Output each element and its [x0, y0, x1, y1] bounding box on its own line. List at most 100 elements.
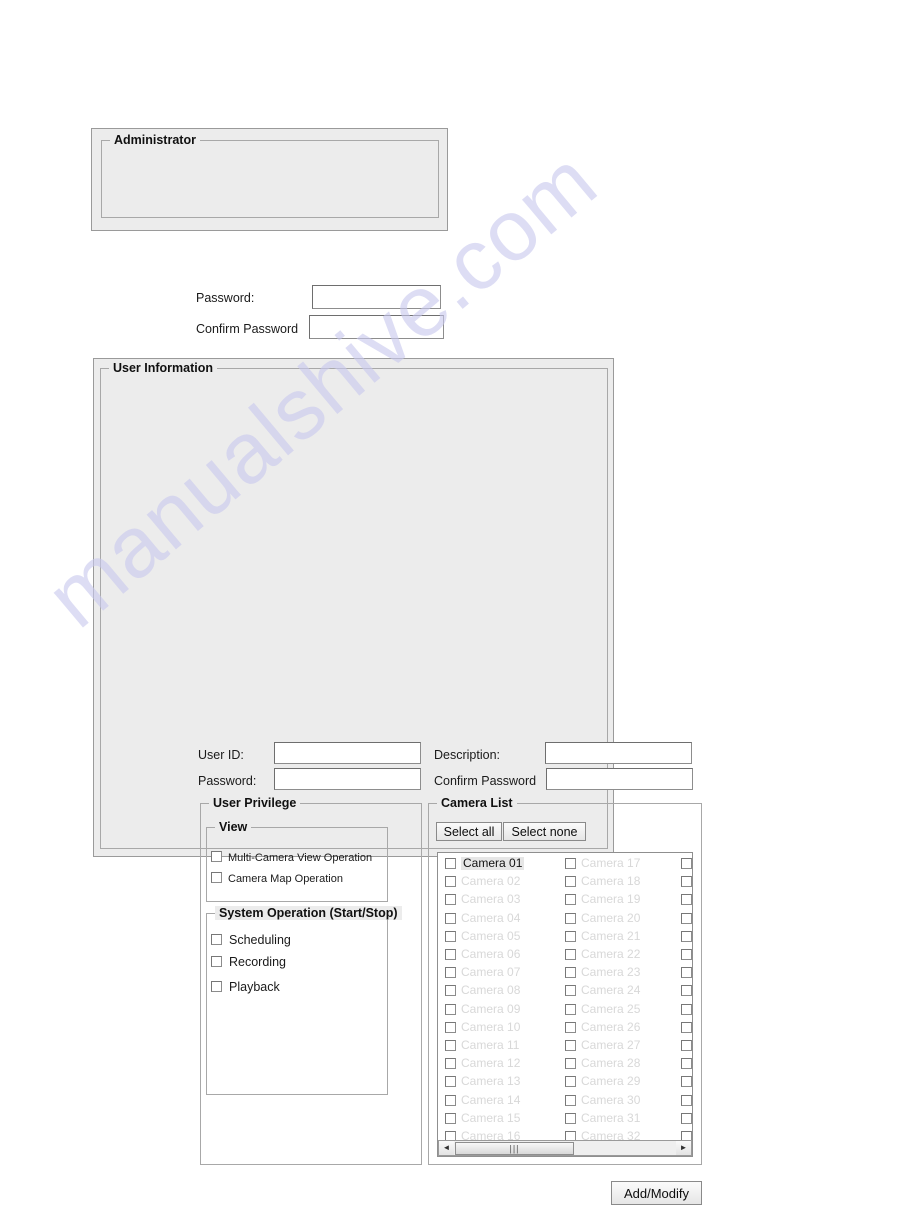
camera-label: Camera 18: [581, 874, 641, 889]
camera-checkbox[interactable]: [681, 1040, 692, 1051]
add-modify-button[interactable]: Add/Modify: [611, 1181, 702, 1205]
camera-checkbox[interactable]: [445, 1112, 456, 1124]
camera-label: Camera 20: [581, 910, 641, 925]
checkbox-recording[interactable]: [211, 956, 222, 967]
camera-checkbox[interactable]: [565, 1040, 576, 1051]
user-privilege-group-title: User Privilege: [209, 796, 301, 810]
camera-label: Camera 30: [581, 1092, 641, 1107]
camera-checkbox[interactable]: [565, 930, 576, 942]
camera-checkbox[interactable]: [445, 1058, 456, 1070]
camera-checkbox[interactable]: [565, 949, 576, 960]
camera-label: Camera 10: [461, 1019, 521, 1034]
checkbox-playback[interactable]: [211, 981, 222, 992]
checkbox-camera-map-operation[interactable]: [211, 872, 222, 883]
user-confirm-password-label: Confirm Password: [434, 774, 537, 788]
chevron-right-icon: ►: [679, 1143, 688, 1152]
camera-checkbox[interactable]: [445, 985, 456, 997]
camera-label: Camera 11: [461, 1038, 520, 1052]
camera-label: Camera 01: [461, 856, 525, 870]
checkbox-multi-camera-view-operation[interactable]: [211, 851, 222, 862]
camera-label: Camera 02: [461, 874, 521, 889]
camera-checkbox[interactable]: [565, 1058, 576, 1070]
camera-label: Camera 14: [461, 1092, 521, 1107]
camera-checkbox[interactable]: [445, 1076, 456, 1088]
camera-checkbox[interactable]: [565, 985, 576, 997]
camera-label: Camera 17: [581, 856, 641, 870]
camera-checkbox[interactable]: [681, 967, 692, 979]
camera-checkbox[interactable]: [565, 1076, 576, 1088]
label-recording: Recording: [229, 955, 286, 969]
label-camera-map-operation: Camera Map Operation: [228, 873, 343, 885]
camera-label: Camera 23: [581, 965, 641, 980]
camera-label: Camera 09: [461, 1001, 521, 1016]
camera-checkbox[interactable]: [681, 876, 692, 888]
camera-checkbox[interactable]: [445, 1003, 456, 1015]
camera-checkbox[interactable]: [565, 912, 576, 924]
scroll-right-arrow-icon[interactable]: ►: [676, 1141, 691, 1155]
description-input[interactable]: [545, 742, 692, 764]
camera-checkbox[interactable]: [565, 876, 576, 888]
camera-checkbox[interactable]: [681, 1094, 692, 1106]
label-playback: Playback: [229, 980, 280, 994]
camera-label: Camera 26: [581, 1019, 641, 1034]
user-information-group-title: User Information: [109, 361, 218, 375]
scrollbar-grip-icon: |||: [509, 1143, 520, 1153]
camera-label: Camera 08: [461, 983, 521, 998]
camera-checkbox[interactable]: [445, 967, 456, 979]
camera-checkbox[interactable]: [681, 1076, 692, 1088]
camera-label: Camera 06: [461, 947, 521, 961]
camera-label: Camera 22: [581, 947, 641, 961]
camera-checkbox[interactable]: [681, 985, 692, 997]
checkbox-scheduling[interactable]: [211, 934, 222, 945]
scroll-left-arrow-icon[interactable]: ◄: [439, 1141, 454, 1155]
camera-label: Camera 25: [581, 1001, 641, 1016]
camera-checkbox[interactable]: [681, 930, 692, 942]
user-password-label: Password:: [198, 774, 257, 788]
camera-checkbox[interactable]: [681, 949, 692, 960]
camera-checkbox[interactable]: [565, 1112, 576, 1124]
camera-label: Camera 03: [461, 892, 521, 907]
camera-list-horizontal-scrollbar[interactable]: ◄ ||| ►: [438, 1140, 692, 1156]
camera-checkbox[interactable]: [681, 1058, 692, 1070]
scrollbar-thumb[interactable]: |||: [455, 1142, 574, 1155]
camera-checkbox[interactable]: [445, 949, 456, 960]
camera-checkbox[interactable]: [565, 858, 576, 869]
admin-confirm-password-input[interactable]: [309, 315, 444, 339]
camera-label: Camera 15: [461, 1110, 521, 1125]
camera-label: Camera 27: [581, 1038, 641, 1052]
camera-checkbox[interactable]: [445, 930, 456, 942]
camera-checkbox[interactable]: [445, 1021, 456, 1033]
select-none-button[interactable]: Select none: [503, 822, 586, 841]
camera-list-scroll-area[interactable]: Camera 01 Camera 02 Camera 03 Camera 04 Came…: [437, 852, 693, 1157]
camera-checkbox[interactable]: [445, 1094, 456, 1106]
select-all-button[interactable]: Select all: [436, 822, 502, 841]
camera-checkbox[interactable]: [445, 858, 456, 869]
camera-checkbox[interactable]: [681, 1112, 692, 1124]
chevron-left-icon: ◄: [442, 1143, 451, 1152]
camera-checkbox[interactable]: [681, 894, 692, 906]
admin-password-input[interactable]: [312, 285, 441, 309]
camera-label: Camera 21: [581, 928, 641, 943]
camera-checkbox[interactable]: [445, 1040, 456, 1051]
camera-checkbox[interactable]: [565, 1003, 576, 1015]
camera-checkbox[interactable]: [681, 1003, 692, 1015]
administrator-panel: Administrator Password: Confirm Password: [91, 128, 448, 339]
camera-checkbox[interactable]: [681, 1021, 692, 1033]
camera-label: Camera 19: [581, 892, 641, 907]
camera-checkbox[interactable]: [681, 912, 692, 924]
user-information-panel: User Information User ID: Description: P…: [93, 358, 702, 1205]
camera-checkbox[interactable]: [565, 1021, 576, 1033]
camera-checkbox[interactable]: [565, 1094, 576, 1106]
label-scheduling: Scheduling: [229, 933, 291, 947]
camera-checkbox[interactable]: [445, 894, 456, 906]
camera-label: Camera 29: [581, 1074, 641, 1089]
user-confirm-password-input[interactable]: [546, 768, 693, 790]
user-password-input[interactable]: [274, 768, 421, 790]
user-id-input[interactable]: [274, 742, 421, 764]
view-group-title: View: [215, 820, 252, 834]
camera-checkbox[interactable]: [445, 912, 456, 924]
camera-checkbox[interactable]: [445, 876, 456, 888]
camera-checkbox[interactable]: [565, 894, 576, 906]
camera-checkbox[interactable]: [565, 967, 576, 979]
camera-checkbox[interactable]: [681, 858, 692, 869]
